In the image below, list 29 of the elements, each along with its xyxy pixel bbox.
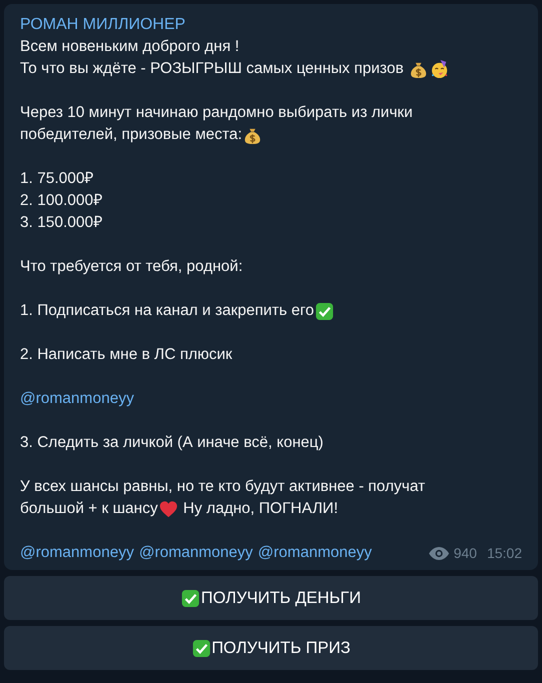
message-text: То что вы ждёте - РОЗЫГРЫШ самых ценных призов [20,59,405,79]
mention-link[interactable]: @romanmoneyy [20,542,134,564]
message-text: Всем новеньким доброго дня ! [20,37,240,57]
message-text: Что требуется от тебя, родной: [20,257,243,277]
check-icon [181,588,200,608]
message-time: 15:02 [486,544,522,563]
message-text: 1. 75.000₽ [20,169,94,189]
message-text: 3. 150.000₽ [20,213,102,233]
eye-icon [428,546,449,560]
message-text: большой + к шансу [20,499,158,519]
message-text: У всех шансы равны, но те кто будут активнее - получат [20,477,426,497]
message-text: Ну ладно, ПОГНАЛИ! [182,499,338,519]
message-text: 3. Следить за личкой (А иначе всё, конец) [20,433,324,453]
check-icon [314,302,334,320]
check-icon [192,638,211,658]
message-text: 2. 100.000₽ [20,191,102,211]
heart-icon [158,500,178,518]
party-face-icon [430,60,449,78]
author-name[interactable]: РОМАН МИЛЛИОНЕР [20,14,186,36]
mention-link[interactable]: @romanmoneyy [138,542,253,564]
message-text: 1. Подписаться на канал и закрепить его [20,301,314,321]
inline-button[interactable]: ПОЛУЧИТЬ ДЕНЬГИ [4,576,538,620]
message-text: 2. Написать мне в ЛС плюсик [20,345,232,365]
inline-button[interactable]: ПОЛУЧИТЬ ПРИЗ [4,626,538,670]
mention-link[interactable]: @romanmoneyy [258,542,372,564]
message-text: победителей, призовые места: [20,125,242,145]
message-text: Через 10 минут начинаю рандомно выбирать из лички [20,103,413,123]
mention-link[interactable]: @romanmoneyy [20,388,134,410]
view-count: 940 [454,544,477,563]
